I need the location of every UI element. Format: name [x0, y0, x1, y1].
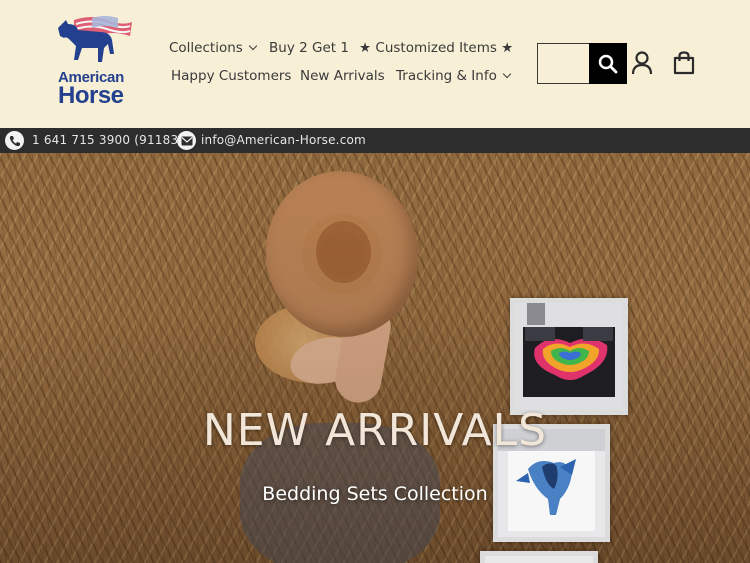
hero-banner[interactable]: NEW ARRIVALS Bedding Sets Collection — [0, 153, 750, 563]
nav-item-label: Tracking & Info — [396, 68, 497, 84]
nav-item-label: Happy Customers — [171, 68, 292, 84]
nav-item-tracking-info[interactable]: Tracking & Info — [396, 68, 512, 84]
user-icon — [631, 51, 653, 75]
nav-item-buy-2-get-1[interactable]: Buy 2 Get 1 — [269, 40, 349, 56]
nav-item-customized-items[interactable]: ★ Customized Items ★ — [359, 40, 513, 56]
email-address[interactable]: info@American-Horse.com — [201, 133, 366, 147]
nav-item-collections[interactable]: Collections — [169, 40, 258, 56]
search-input[interactable] — [537, 43, 590, 84]
brand-logo[interactable]: American Horse — [52, 14, 134, 110]
nav-item-label: Collections — [169, 40, 243, 56]
search-button[interactable] — [589, 43, 627, 84]
account-button[interactable] — [631, 51, 653, 79]
chevron-down-icon — [248, 41, 258, 51]
nav-item-happy-customers[interactable]: Happy Customers — [171, 68, 291, 84]
search-icon — [598, 54, 618, 73]
brand-name-line2: Horse — [58, 82, 124, 109]
mail-icon — [177, 131, 196, 150]
bag-icon — [673, 51, 695, 75]
contact-bar: 1 641 715 3900 (911835) info@American-Ho… — [0, 128, 750, 153]
phone-number[interactable]: 1 641 715 3900 (911835) — [32, 133, 191, 147]
product-thumbnail-rainbow-bedding[interactable] — [510, 298, 628, 415]
chevron-down-icon — [502, 69, 512, 79]
hero-title: NEW ARRIVALS — [202, 405, 548, 456]
nav-item-label: Buy 2 Get 1 — [269, 40, 349, 56]
nav-item-label: New Arrivals — [300, 68, 385, 84]
product-thumbnail-partial[interactable] — [480, 551, 598, 563]
nav-item-new-arrivals[interactable]: New Arrivals — [300, 68, 385, 84]
cart-button[interactable] — [673, 51, 695, 79]
horse-flag-icon — [58, 16, 132, 62]
nav-item-label: ★ Customized Items ★ — [359, 40, 514, 56]
site-header: American Horse Collections Buy 2 Get 1 ★… — [0, 0, 750, 128]
hero-subtitle: Bedding Sets Collection — [262, 483, 488, 505]
phone-icon — [5, 131, 24, 150]
